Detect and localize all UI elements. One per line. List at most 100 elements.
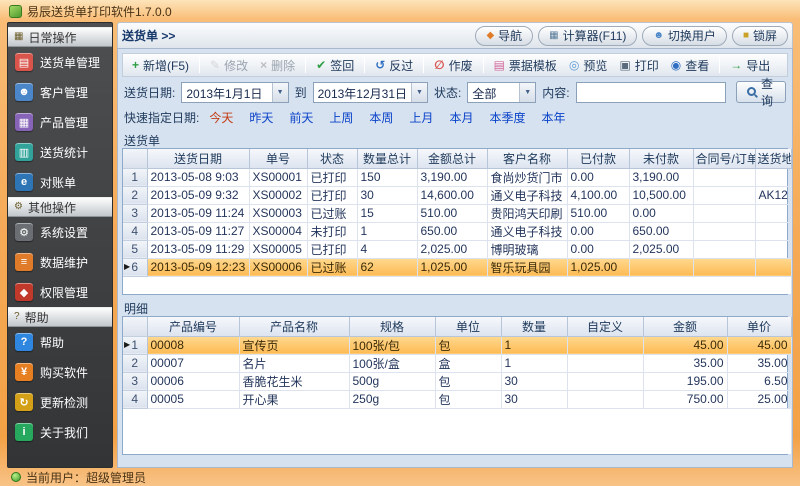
sidebar-section-header[interactable]: ⚙其他操作 bbox=[8, 197, 112, 217]
details-grid-frame: 产品编号产品名称规格单位数量自定义金额单价▶100008宣传页100张/包包14… bbox=[122, 316, 788, 455]
row-number-text: 2 bbox=[131, 188, 138, 202]
cell: 未打印 bbox=[307, 222, 357, 240]
dropdown-arrow-icon[interactable]: ▼ bbox=[411, 83, 427, 102]
online-status-icon bbox=[11, 472, 21, 482]
quick-date-link[interactable]: 本季度 bbox=[489, 111, 525, 125]
quick-date-link[interactable]: 本月 bbox=[449, 111, 473, 125]
quick-date-link[interactable]: 今天 bbox=[209, 111, 233, 125]
column-header[interactable]: 产品编号 bbox=[147, 317, 239, 336]
status-combo[interactable]: 全部 ▼ bbox=[467, 82, 536, 103]
nav-lock-screen-button[interactable]: ■锁屏 bbox=[732, 26, 788, 46]
quick-date-link[interactable]: 上周 bbox=[329, 111, 353, 125]
column-header[interactable]: 单号 bbox=[249, 149, 307, 168]
quick-date-link[interactable]: 前天 bbox=[289, 111, 313, 125]
sidebar-item-statement[interactable]: e对账单 bbox=[8, 167, 112, 197]
order-row[interactable]: 42013-05-09 11:27XS00004未打印1650.00通义电子科技… bbox=[123, 222, 791, 240]
cell bbox=[567, 354, 643, 372]
cell: 30 bbox=[501, 372, 567, 390]
quick-date-link[interactable]: 本年 bbox=[541, 111, 565, 125]
quick-date-link[interactable]: 昨天 bbox=[249, 111, 273, 125]
quick-date-link[interactable]: 上月 bbox=[409, 111, 433, 125]
cell: 750.00 bbox=[643, 390, 727, 408]
nav-calculator-button[interactable]: ▦计算器(F11) bbox=[538, 26, 637, 46]
row-number-text: 4 bbox=[131, 392, 138, 406]
sidebar-item-buy-software[interactable]: ¥购买软件 bbox=[8, 357, 112, 387]
detail-row[interactable]: ▶100008宣传页100张/包包145.0045.00 bbox=[123, 336, 791, 354]
sidebar-item-statistics[interactable]: ▥送货统计 bbox=[8, 137, 112, 167]
column-header[interactable]: 规格 bbox=[349, 317, 435, 336]
column-header[interactable]: 单价 bbox=[727, 317, 791, 336]
dropdown-arrow-icon[interactable]: ▼ bbox=[272, 83, 288, 102]
detail-row[interactable]: 400005开心果250g包30750.0025.00 bbox=[123, 390, 791, 408]
sidebar-item-permission[interactable]: ◆权限管理 bbox=[8, 277, 112, 307]
sidebar-item-customer[interactable]: ☻客户管理 bbox=[8, 77, 112, 107]
nav-switch-user-button[interactable]: ☻切换用户 bbox=[642, 26, 727, 46]
column-header[interactable]: 送货地址 bbox=[755, 149, 791, 168]
search-button[interactable]: 查询 bbox=[736, 81, 786, 103]
cell: 已过账 bbox=[307, 258, 357, 276]
row-number: 2 bbox=[123, 354, 147, 372]
order-row[interactable]: 22013-05-09 9:32XS00002已打印3014,600.00通义电… bbox=[123, 186, 791, 204]
date-to-combo[interactable]: 2013年12月31日 ▼ bbox=[313, 82, 428, 103]
cell: 250g bbox=[349, 390, 435, 408]
add-icon: + bbox=[132, 59, 139, 71]
toolbar-preview-button[interactable]: ◎预览 bbox=[564, 55, 613, 76]
dropdown-arrow-icon[interactable]: ▼ bbox=[519, 83, 535, 102]
cell: 500g bbox=[349, 372, 435, 390]
detail-row[interactable]: 300006香脆花生米500g包30195.006.50 bbox=[123, 372, 791, 390]
order-row[interactable]: 32013-05-09 11:24XS00003已过账15510.00贵阳鸿天印… bbox=[123, 204, 791, 222]
cell: AK12 bbox=[755, 186, 791, 204]
sidebar-item-delivery-note[interactable]: ▤送货单管理 bbox=[8, 47, 112, 77]
titlebar: 易辰送货单打印软件1.7.0.0 bbox=[7, 0, 793, 22]
column-header[interactable]: 状态 bbox=[307, 149, 357, 168]
sidebar-item-label: 客户管理 bbox=[40, 84, 88, 101]
sidebar-item-data-maintenance[interactable]: ≡数据维护 bbox=[8, 247, 112, 277]
sidebar-item-help[interactable]: ?帮助 bbox=[8, 327, 112, 357]
toolbar-template-button[interactable]: ▤票据模板 bbox=[489, 55, 562, 76]
column-header[interactable]: 数量总计 bbox=[357, 149, 417, 168]
sidebar-section-header[interactable]: ?帮助 bbox=[8, 307, 112, 327]
order-row[interactable]: 52013-05-09 11:29XS00005已打印42,025.00博明玻璃… bbox=[123, 240, 791, 258]
sidebar-item-product[interactable]: ▦产品管理 bbox=[8, 107, 112, 137]
cell: 2013-05-08 9:03 bbox=[147, 168, 249, 186]
sidebar-item-settings[interactable]: ⚙系统设置 bbox=[8, 217, 112, 247]
cell: 10,500.00 bbox=[629, 186, 693, 204]
sidebar-section-header[interactable]: ▦日常操作 bbox=[8, 27, 112, 47]
cell: 45.00 bbox=[643, 336, 727, 354]
toolbar-sign-back-button[interactable]: ✔签回 bbox=[311, 55, 359, 76]
column-header[interactable]: 未付款 bbox=[629, 149, 693, 168]
detail-row[interactable]: 200007名片100张/盒盒135.0035.00 bbox=[123, 354, 791, 372]
toolbar-void-button[interactable]: ∅作废 bbox=[429, 55, 477, 76]
toolbar-view-button[interactable]: ◉查看 bbox=[666, 55, 715, 76]
calendar-icon: ▦ bbox=[14, 32, 23, 42]
quick-date-link[interactable]: 本周 bbox=[369, 111, 393, 125]
column-header[interactable]: 单位 bbox=[435, 317, 501, 336]
sidebar-item-about-us[interactable]: i关于我们 bbox=[8, 417, 112, 447]
column-header[interactable]: 送货日期 bbox=[147, 149, 249, 168]
column-header[interactable]: 自定义 bbox=[567, 317, 643, 336]
toolbar-reverse-post-button[interactable]: ↺反过 bbox=[370, 55, 418, 76]
toolbar-add-button[interactable]: + 新增(F5) bbox=[127, 55, 194, 76]
column-header[interactable]: 数量 bbox=[501, 317, 567, 336]
date-from-combo[interactable]: 2013年1月1日 ▼ bbox=[181, 82, 288, 103]
content-input[interactable] bbox=[576, 82, 726, 103]
toolbar-print-button[interactable]: ▣打印 bbox=[614, 55, 663, 76]
order-row[interactable]: ▶62013-05-09 12:23XS00006已过账621,025.00智乐… bbox=[123, 258, 791, 276]
toolbar-button-label: 新增(F5) bbox=[143, 57, 189, 74]
sidebar-item-update-check[interactable]: ↻更新检测 bbox=[8, 387, 112, 417]
order-row[interactable]: 12013-05-08 9:03XS00001已打印1503,190.00食尚炒… bbox=[123, 168, 791, 186]
content-label: 内容: bbox=[542, 84, 569, 101]
column-header[interactable]: 金额总计 bbox=[417, 149, 487, 168]
orders-groupbox: 送货单 送货日期单号状态数量总计金额总计客户名称已付款未付款合同号/订单号送货地… bbox=[122, 131, 788, 295]
column-header[interactable]: 合同号/订单号 bbox=[693, 149, 755, 168]
column-header[interactable]: 产品名称 bbox=[239, 317, 349, 336]
settings-icon: ⚙ bbox=[15, 223, 33, 241]
toolbar-button-label: 打印 bbox=[635, 57, 659, 74]
quick-date-bar: 快速指定日期: 今天昨天前天上周本周上月本月本季度本年 bbox=[122, 107, 788, 127]
nav-navigation-button[interactable]: ◆导航 bbox=[475, 26, 533, 46]
cell: 35.00 bbox=[643, 354, 727, 372]
column-header[interactable]: 金额 bbox=[643, 317, 727, 336]
column-header[interactable]: 已付款 bbox=[567, 149, 629, 168]
column-header[interactable]: 客户名称 bbox=[487, 149, 567, 168]
toolbar-export-button[interactable]: →导出 bbox=[725, 55, 775, 76]
